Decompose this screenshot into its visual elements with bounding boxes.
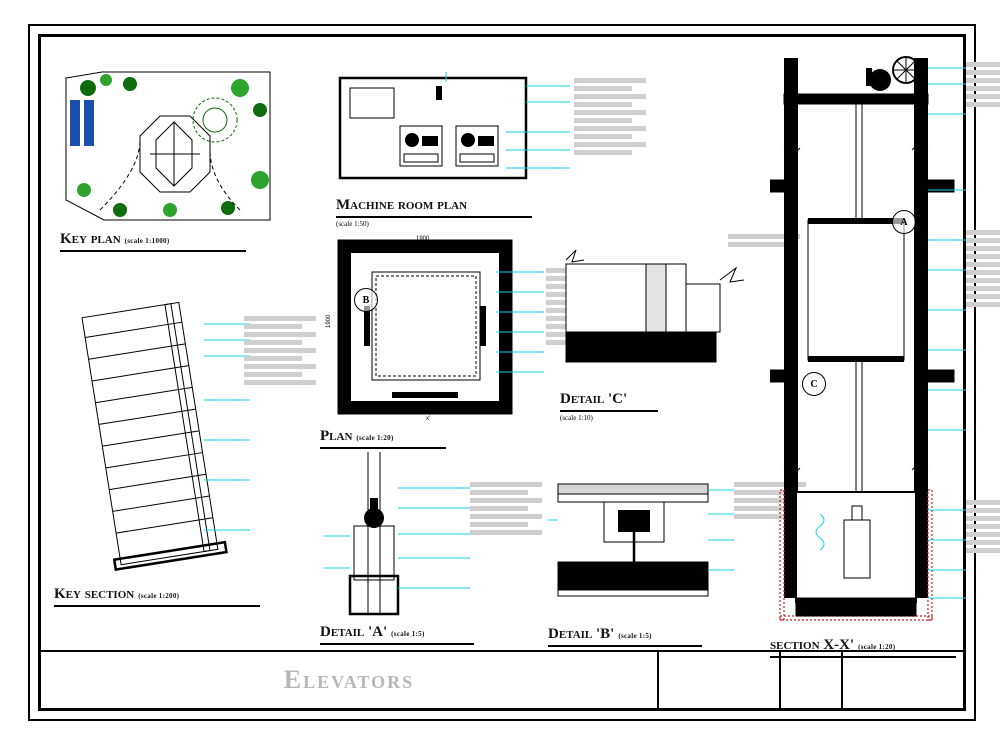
- key-plan-scale: (scale 1:1000): [125, 237, 170, 245]
- svg-text:1900: 1900: [326, 314, 332, 328]
- svg-text:x': x': [426, 416, 430, 422]
- svg-text:1950: 1950: [416, 248, 430, 254]
- machine-room-title: Machine room plan: [336, 197, 467, 214]
- detail-a-title: Detail 'A': [320, 624, 387, 641]
- key-section-notes: [244, 316, 316, 385]
- detail-b-title: Detail 'B': [548, 626, 614, 643]
- key-plan-drawing: [60, 60, 290, 225]
- view-key-section: Key section (scale 1:200): [54, 300, 284, 607]
- key-section-drawing: [54, 300, 264, 580]
- section-xx-drawing: [770, 50, 970, 630]
- view-detail-b: Detail 'B' (scale 1:5): [548, 470, 768, 647]
- view-machine-room: Machine room plan (scale 1:50): [336, 72, 636, 228]
- key-section-title: Key section: [54, 586, 134, 603]
- machine-room-drawing: [336, 72, 576, 190]
- view-detail-a: Detail 'A' (scale 1:5): [320, 448, 540, 645]
- section-notes-top: [966, 62, 1000, 107]
- detail-c-scale: (scale 1:10): [560, 414, 760, 422]
- machine-room-notes: [574, 78, 646, 155]
- detail-c-drawing: [560, 244, 750, 384]
- detail-a-drawing: [320, 448, 490, 618]
- detail-b-drawing: [548, 470, 738, 620]
- view-plan: x x' 1900 1900 1950 B Plan (scale 1:20): [320, 232, 600, 449]
- drawing-sheet: Key plan (scale 1:1000): [0, 0, 1000, 751]
- key-section-scale: (scale 1:200): [138, 592, 179, 600]
- detail-a-scale: (scale 1:5): [391, 630, 424, 638]
- titleblock-slot-3: [841, 652, 963, 708]
- section-notes-bot: [966, 500, 1000, 553]
- view-key-plan: Key plan (scale 1:1000): [60, 60, 290, 252]
- callout-a: A: [892, 210, 916, 234]
- plan-title: Plan: [320, 428, 352, 445]
- plan-drawing: x x' 1900 1900 1950: [320, 232, 550, 422]
- machine-room-scale: (scale 1:50): [336, 220, 636, 228]
- callout-b: B: [354, 288, 378, 312]
- section-notes-mid: [966, 230, 1000, 307]
- svg-text:1900: 1900: [416, 236, 430, 242]
- sheet-title: Elevators: [41, 652, 657, 708]
- title-block: Elevators: [41, 650, 963, 708]
- titleblock-slot-2: [779, 652, 841, 708]
- detail-b-scale: (scale 1:5): [618, 632, 651, 640]
- titleblock-slot-1: [657, 652, 779, 708]
- view-detail-c: Detail 'C' (scale 1:10): [560, 244, 760, 422]
- detail-c-title: Detail 'C': [560, 391, 627, 408]
- plan-scale: (scale 1:20): [356, 434, 393, 442]
- detail-a-notes: [470, 482, 542, 535]
- callout-c: C: [802, 372, 826, 396]
- key-plan-title: Key plan: [60, 231, 121, 248]
- view-section-xx: A C section X-X' (scale 1:20): [770, 50, 980, 658]
